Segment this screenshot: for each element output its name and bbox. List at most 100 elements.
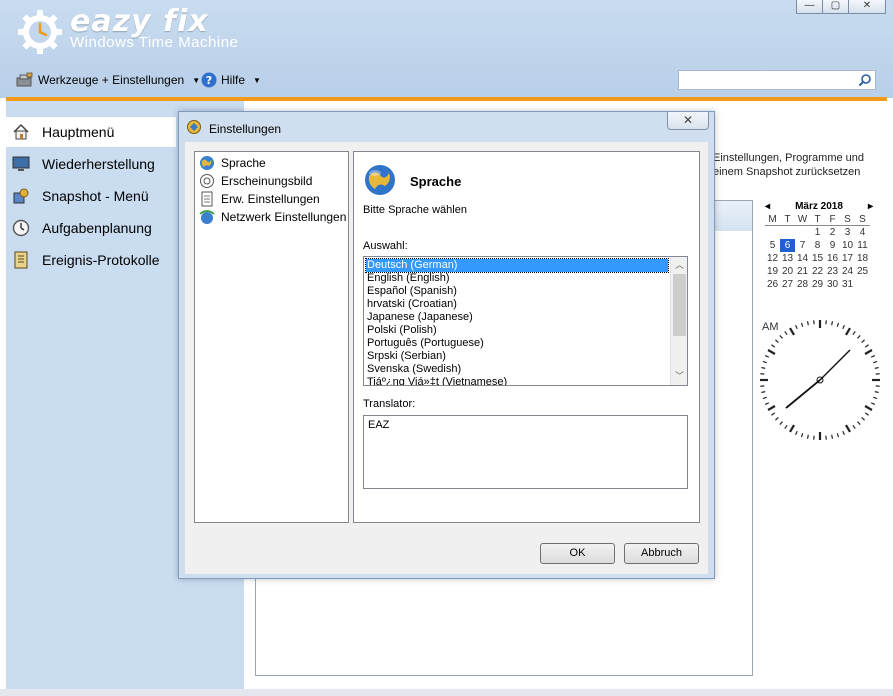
selection-label: Auswahl: — [363, 240, 408, 252]
language-option[interactable]: Svenska (Swedish) — [366, 363, 668, 376]
tree-item-sprache[interactable]: Sprache — [199, 154, 266, 171]
sidebar-item-wiederherstellung[interactable]: Wiederherstellung — [6, 149, 176, 179]
calendar-day[interactable]: 30 — [825, 278, 840, 291]
calendar-day[interactable]: 23 — [825, 265, 840, 278]
clock-tick — [767, 405, 776, 411]
language-option[interactable]: Português (Portuguese) — [366, 337, 668, 350]
clock-tick — [836, 322, 840, 327]
tree-item-erscheinungsbild[interactable]: Erscheinungsbild — [199, 172, 312, 189]
calendar-day[interactable]: 19 — [765, 265, 780, 278]
sidebar-item-snapshot[interactable]: Snapshot - Menü — [6, 181, 176, 211]
search-input[interactable] — [678, 70, 876, 90]
calendar-next-button[interactable]: ▸ — [868, 201, 873, 212]
language-option[interactable]: Tiáº¿ng Viá»‡t (Vietnamese) — [366, 376, 668, 385]
calendar-day[interactable]: 24 — [840, 265, 855, 278]
scroll-thumb[interactable] — [673, 274, 686, 336]
clock-tick — [831, 434, 834, 439]
tree-item-netzwerk[interactable]: Netzwerk Einstellungen — [199, 208, 346, 225]
search-icon[interactable] — [858, 73, 872, 87]
tools-menu[interactable]: Werkzeuge + Einstellungen ▼ — [16, 72, 200, 88]
translator-field[interactable]: EAZ — [363, 415, 688, 489]
gear-clock-logo-icon — [18, 10, 62, 54]
scroll-down-icon[interactable]: ﹀ — [671, 368, 687, 385]
calendar-day[interactable]: 12 — [765, 252, 780, 265]
clock-hour-hand — [785, 379, 821, 409]
calendar-day[interactable]: 17 — [840, 252, 855, 265]
calendar-day[interactable]: 14 — [795, 252, 810, 265]
language-option[interactable]: Español (Spanish) — [366, 285, 668, 298]
clock-tick — [789, 424, 795, 433]
calendar-day[interactable]: 28 — [795, 278, 810, 291]
calendar-days: 1 2 3 4 5 6 7 8 9 10 11 12 13 14 15 16 17 18 19 20 21 22 23 24 2… — [765, 226, 873, 291]
tree-item-label: Erw. Einstellungen — [221, 191, 320, 206]
calendar-day[interactable]: 4 — [855, 226, 870, 239]
calendar-day[interactable]: 1 — [810, 226, 825, 239]
language-option[interactable]: hrvatski (Croatian) — [366, 298, 668, 311]
clock-tick — [857, 421, 861, 425]
clock-tick — [762, 396, 767, 400]
sidebar-item-aufgabenplanung[interactable]: Aufgabenplanung — [6, 213, 176, 243]
tree-item-erw-einstellungen[interactable]: Erw. Einstellungen — [199, 190, 320, 207]
window-close-button[interactable]: ✕ — [848, 0, 886, 14]
language-option[interactable]: English (English) — [366, 272, 668, 285]
sidebar-item-hauptmenu[interactable]: Hauptmenü — [6, 117, 176, 147]
network-icon — [199, 209, 215, 224]
calendar-day[interactable]: 8 — [810, 239, 825, 252]
language-scrollbar[interactable]: ︿ ﹀ — [670, 257, 687, 385]
help-menu[interactable]: ? Hilfe ▼ — [201, 72, 261, 88]
status-bar — [0, 689, 893, 696]
calendar-day[interactable]: 2 — [825, 226, 840, 239]
calendar-day[interactable]: 20 — [780, 265, 795, 278]
calendar-day[interactable]: 18 — [855, 252, 870, 265]
calendar-day[interactable]: 5 — [765, 239, 780, 252]
calendar-day[interactable]: 13 — [780, 252, 795, 265]
calendar-day[interactable]: 27 — [780, 278, 795, 291]
calendar-weekday: S — [855, 213, 870, 226]
help-menu-label: Hilfe — [221, 73, 246, 87]
calendar-day[interactable]: 22 — [810, 265, 825, 278]
calendar-day[interactable]: 6 — [780, 239, 795, 252]
clock-tick — [831, 321, 834, 326]
language-option[interactable]: Srpski (Serbian) — [366, 350, 668, 363]
maximize-button[interactable]: ▢ — [822, 0, 849, 14]
calendar-day[interactable]: 11 — [855, 239, 870, 252]
chevron-down-icon: ▼ — [192, 75, 201, 85]
language-option[interactable]: Japanese (Japanese) — [366, 311, 668, 324]
calendar-day[interactable]: 3 — [840, 226, 855, 239]
calendar-weekday: T — [810, 213, 825, 226]
tools-icon — [16, 72, 33, 87]
calendar-day[interactable]: 26 — [765, 278, 780, 291]
minimize-button[interactable]: — — [796, 0, 823, 14]
calendar-prev-button[interactable]: ◂ — [765, 201, 770, 212]
cancel-button[interactable]: Abbruch — [624, 543, 699, 564]
scroll-up-icon[interactable]: ︿ — [671, 257, 687, 274]
language-option[interactable]: Deutsch (German) — [365, 258, 669, 273]
ok-button[interactable]: OK — [540, 543, 615, 564]
calendar-day[interactable]: 15 — [810, 252, 825, 265]
sidebar-item-ereignis-protokolle[interactable]: Ereignis-Protokolle — [6, 245, 176, 275]
calendar-day[interactable]: 16 — [825, 252, 840, 265]
clock-tick — [852, 331, 856, 336]
language-option[interactable]: Polski (Polish) — [366, 324, 668, 337]
clock-tick — [795, 324, 798, 330]
calendar-day[interactable]: 21 — [795, 265, 810, 278]
dialog-title: Einstellungen — [209, 122, 282, 136]
clock-tick — [762, 360, 767, 364]
calendar-day[interactable]: 29 — [810, 278, 825, 291]
dialog-close-button[interactable]: ✕ — [667, 112, 709, 130]
dialog-titlebar[interactable]: Einstellungen ✕ — [179, 112, 714, 142]
logo-subtitle: Windows Time Machine — [70, 34, 239, 51]
chevron-down-icon: ▼ — [253, 75, 261, 85]
sidebar-item-label: Aufgabenplanung — [42, 220, 152, 236]
language-listbox[interactable]: Deutsch (German) English (English) Español… — [363, 256, 688, 386]
calendar-day[interactable]: 9 — [825, 239, 840, 252]
clock-tick — [767, 349, 776, 355]
calendar-day[interactable]: 31 — [840, 278, 855, 291]
calendar-day[interactable]: 25 — [855, 265, 870, 278]
calendar-day[interactable]: 10 — [840, 239, 855, 252]
clock-tick — [761, 391, 766, 394]
dialog-body: Sprache Erscheinungsbild Erw. Einstellun… — [185, 142, 708, 574]
help-icon: ? — [201, 72, 217, 88]
clock-tick — [873, 360, 878, 364]
calendar-day[interactable]: 7 — [795, 239, 810, 252]
